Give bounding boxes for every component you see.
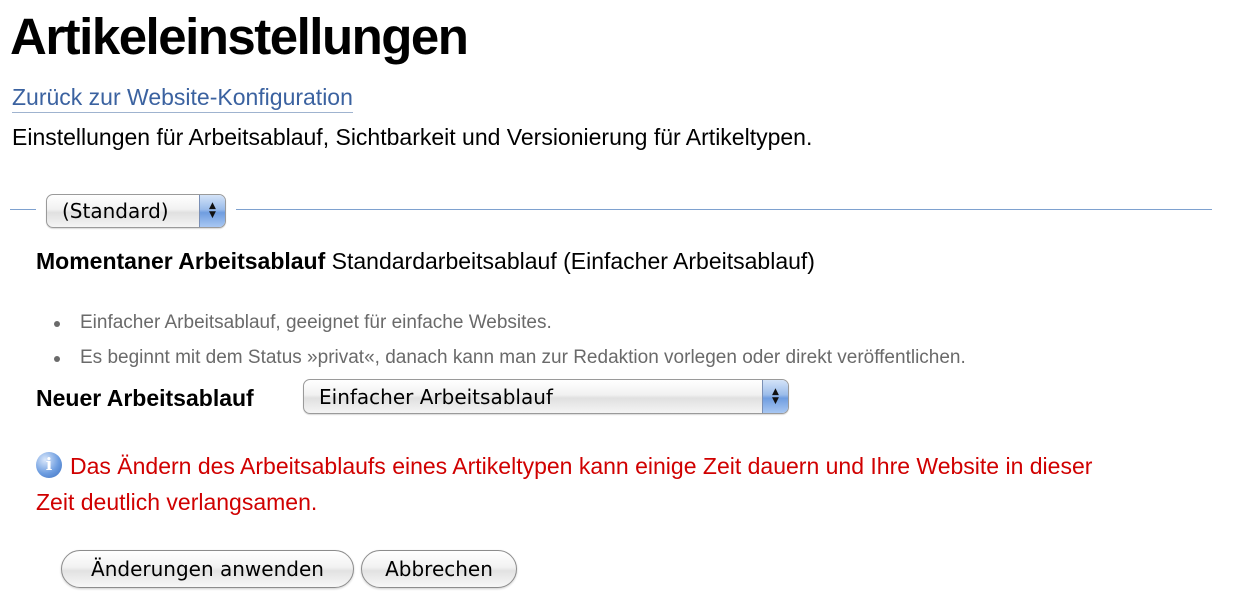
workflow-note-text: Einfacher Arbeitsablauf, geeignet für ei…	[80, 312, 552, 333]
page-title: Artikeleinstellungen	[10, 8, 469, 65]
workflow-notes-list: Einfacher Arbeitsablauf, geeignet für ei…	[50, 308, 966, 378]
page-description: Einstellungen für Arbeitsablauf, Sichtba…	[12, 124, 813, 150]
workflow-note-text: Es beginnt mit dem Status »privat«, dana…	[80, 347, 966, 368]
fieldset-rule-right	[236, 209, 1212, 210]
list-item: Einfacher Arbeitsablauf, geeignet für ei…	[50, 308, 966, 343]
new-workflow-select-value: Einfacher Arbeitsablauf	[319, 384, 553, 409]
content-type-select-value: (Standard)	[62, 199, 169, 223]
select-arrows-icon: ▲ ▼	[199, 195, 225, 227]
current-workflow: Momentaner Arbeitsablauf Standardarbeits…	[36, 246, 815, 276]
select-arrows-icon: ▲ ▼	[762, 380, 788, 413]
content-type-select[interactable]: (Standard) ▲ ▼	[46, 194, 226, 228]
back-to-site-config-link[interactable]: Zurück zur Website-Konfiguration	[12, 82, 353, 113]
fieldset-rule-left	[10, 209, 36, 210]
info-icon	[36, 452, 62, 478]
new-workflow-label: Neuer Arbeitsablauf	[36, 385, 254, 411]
bullet-icon	[54, 321, 60, 327]
warning-text: Das Ändern des Arbeitsablaufs eines Arti…	[36, 453, 1093, 515]
workflow-change-warning: Das Ändern des Arbeitsablaufs eines Arti…	[36, 448, 1136, 520]
bullet-icon	[54, 356, 60, 362]
apply-changes-button[interactable]: Änderungen anwenden	[61, 550, 354, 588]
current-workflow-value: Standardarbeitsablauf (Einfacher Arbeits…	[331, 248, 815, 274]
list-item: Es beginnt mit dem Status »privat«, dana…	[50, 343, 966, 378]
current-workflow-label: Momentaner Arbeitsablauf	[36, 248, 326, 274]
new-workflow-select[interactable]: Einfacher Arbeitsablauf ▲ ▼	[303, 379, 789, 414]
cancel-button[interactable]: Abbrechen	[361, 550, 517, 588]
